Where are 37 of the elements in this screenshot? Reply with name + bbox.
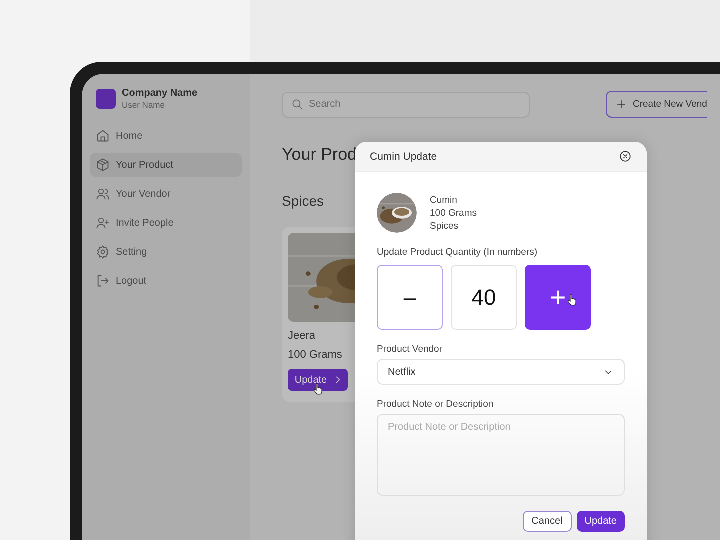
product-size: 100 Grams	[430, 208, 477, 218]
people-icon	[96, 187, 110, 201]
company-logo	[96, 89, 116, 109]
box-icon	[96, 158, 110, 172]
search-placeholder: Search	[309, 99, 341, 110]
user-name: User Name	[122, 100, 166, 110]
field-label: Product Vendor	[377, 344, 444, 355]
sidebar-item[interactable]: Home	[90, 124, 242, 148]
decrease-button[interactable]: –	[377, 265, 443, 330]
cancel-button[interactable]: Cancel	[522, 511, 572, 532]
sidebar-item[interactable]: Your Vendor	[90, 182, 242, 206]
settings-icon	[96, 245, 110, 259]
quantity-field[interactable]: 40	[451, 265, 517, 330]
product-name: Cumin	[430, 194, 458, 206]
company-name: Company Name	[122, 88, 198, 99]
hand-cursor-icon	[566, 294, 578, 306]
close-icon[interactable]	[619, 150, 632, 163]
add-user-icon	[96, 216, 110, 230]
home-icon	[96, 129, 110, 143]
sidebar-item[interactable]: Your Product	[90, 153, 242, 177]
logout-icon	[96, 274, 110, 288]
sidebar-item[interactable]: Invite People	[90, 211, 242, 235]
create-vendor-button[interactable]: Create New Vend	[606, 91, 708, 118]
modal-title: Cumin Update	[370, 150, 438, 162]
field-label: Product Note or Description	[377, 399, 495, 410]
sidebar-item[interactable]: Logout	[90, 269, 242, 293]
sidebar-item[interactable]: Setting	[90, 240, 242, 264]
plus-icon	[616, 99, 627, 110]
product-size: 100 Grams	[288, 349, 344, 361]
product-name: Jeera	[288, 330, 317, 342]
field-label: Update Product Quantity (In numbers)	[377, 247, 539, 258]
product-category: Spices	[430, 220, 460, 232]
update-button[interactable]: Update	[576, 511, 625, 532]
vendor-dropdown[interactable]: Netflix	[377, 359, 625, 385]
section-heading: Spices	[282, 193, 324, 211]
search-icon	[291, 98, 304, 111]
increase-button[interactable]: +	[525, 265, 591, 330]
